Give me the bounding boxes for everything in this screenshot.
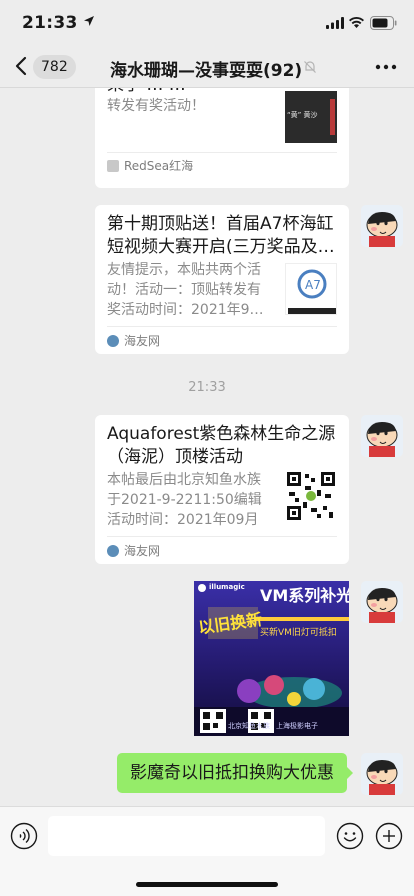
thumbnail-red-accent [330, 99, 335, 135]
haiyou-logo-icon [107, 335, 119, 347]
card-title: 第十期顶贴送！首届A7杯海缸短视频大赛开启(三万奖品及… [107, 214, 335, 257]
message-text: 影魔奇以旧抵扣换购大优惠 [130, 763, 334, 783]
card-source: 海友网 [107, 332, 160, 349]
more-icon[interactable] [374, 57, 398, 77]
card-source: 海友网 [107, 542, 160, 559]
svg-text:A7: A7 [305, 278, 321, 292]
battery-icon [370, 16, 397, 30]
cartoon-avatar-icon [366, 422, 398, 457]
cellular-signal-icon [326, 17, 344, 29]
thumbnail-caption: “黄” 黄沙 [287, 111, 318, 119]
promo-poster-image[interactable]: illumagic VM系列补光灯 以旧换新 买新VM旧灯可抵扣 北京知鱼水族 … [194, 581, 349, 736]
card-description: 本帖最后由北京知鱼水族于2021-9-2211:50编辑活动时间：2021年09… [107, 472, 262, 528]
card-divider [107, 536, 337, 537]
card-divider [107, 152, 337, 153]
card-source: RedSea红海 [107, 157, 193, 174]
card-source-label: 海友网 [124, 544, 161, 558]
card-title: Aquaforest紫色森林生命之源（海泥）顶楼活动 [107, 424, 336, 467]
poster-headline: VM系列补光灯 [260, 586, 349, 605]
a7-logo-icon: A7 [288, 269, 336, 314]
redsea-logo-icon [107, 160, 119, 172]
voice-icon[interactable] [10, 822, 38, 850]
avatar[interactable] [361, 205, 403, 247]
poster-brand: illumagic [209, 583, 245, 591]
card-thumbnail: A7 [285, 263, 337, 315]
avatar[interactable] [361, 415, 403, 457]
cartoon-avatar-icon [366, 212, 398, 247]
qr-code-icon [287, 472, 335, 520]
haiyou-logo-icon [107, 545, 119, 557]
wifi-icon [349, 16, 364, 28]
emoji-icon[interactable] [336, 822, 364, 850]
poster-subline: 买新VM旧灯可抵扣 [260, 628, 337, 638]
message-bubble[interactable]: 影魔奇以旧抵扣换购大优惠 [117, 753, 353, 793]
cartoon-avatar-icon [366, 588, 398, 623]
link-card-haiyou-1[interactable]: 第十期顶贴送！首届A7杯海缸短视频大赛开启(三万奖品及… 友情提示，本贴共两个活… [95, 205, 349, 354]
chat-messages[interactable]: 束了 … … 转发有奖活动！ “黄” 黄沙 RedSea红海 第十期顶贴送！首届… [0, 88, 414, 806]
avatar[interactable] [361, 753, 403, 795]
qr-code-thumbnail [287, 472, 335, 520]
card-description: 友情提示，本贴共两个活动！活动一：顶贴转发有奖活动时间：2021年9… [107, 262, 264, 318]
card-thumbnail: “黄” 黄沙 [285, 91, 337, 143]
poster-footer-left: 北京知鱼水族 [228, 722, 270, 730]
unread-count-badge[interactable]: 782 [33, 55, 76, 79]
message-input[interactable] [48, 816, 325, 856]
card-divider [107, 326, 337, 327]
card-source-label: 海友网 [124, 334, 161, 348]
avatar[interactable] [361, 581, 403, 623]
link-card-redsea[interactable]: 束了 … … 转发有奖活动！ “黄” 黄沙 RedSea红海 [95, 88, 349, 188]
mute-bell-icon [304, 61, 316, 73]
chat-title: 海水珊瑚—没事耍耍(92) [110, 61, 303, 81]
chevron-left-icon[interactable] [10, 54, 34, 78]
poster-footer-right: 上海极影电子 [276, 722, 318, 730]
card-description: 转发有奖活动！ [107, 98, 205, 114]
plus-icon[interactable] [375, 822, 403, 850]
timestamp: 21:33 [188, 380, 226, 395]
card-source-label: RedSea红海 [124, 159, 194, 173]
status-bar: 21:33 [0, 0, 414, 46]
location-arrow-icon [84, 16, 94, 26]
link-card-haiyou-2[interactable]: Aquaforest紫色森林生命之源（海泥）顶楼活动 本帖最后由北京知鱼水族于2… [95, 415, 349, 564]
bubble-tail [347, 767, 353, 779]
status-time: 21:33 [22, 13, 78, 33]
home-indicator [136, 882, 278, 887]
cartoon-avatar-icon [366, 760, 398, 795]
chat-header: 782 海水珊瑚—没事耍耍(92) [0, 46, 414, 88]
